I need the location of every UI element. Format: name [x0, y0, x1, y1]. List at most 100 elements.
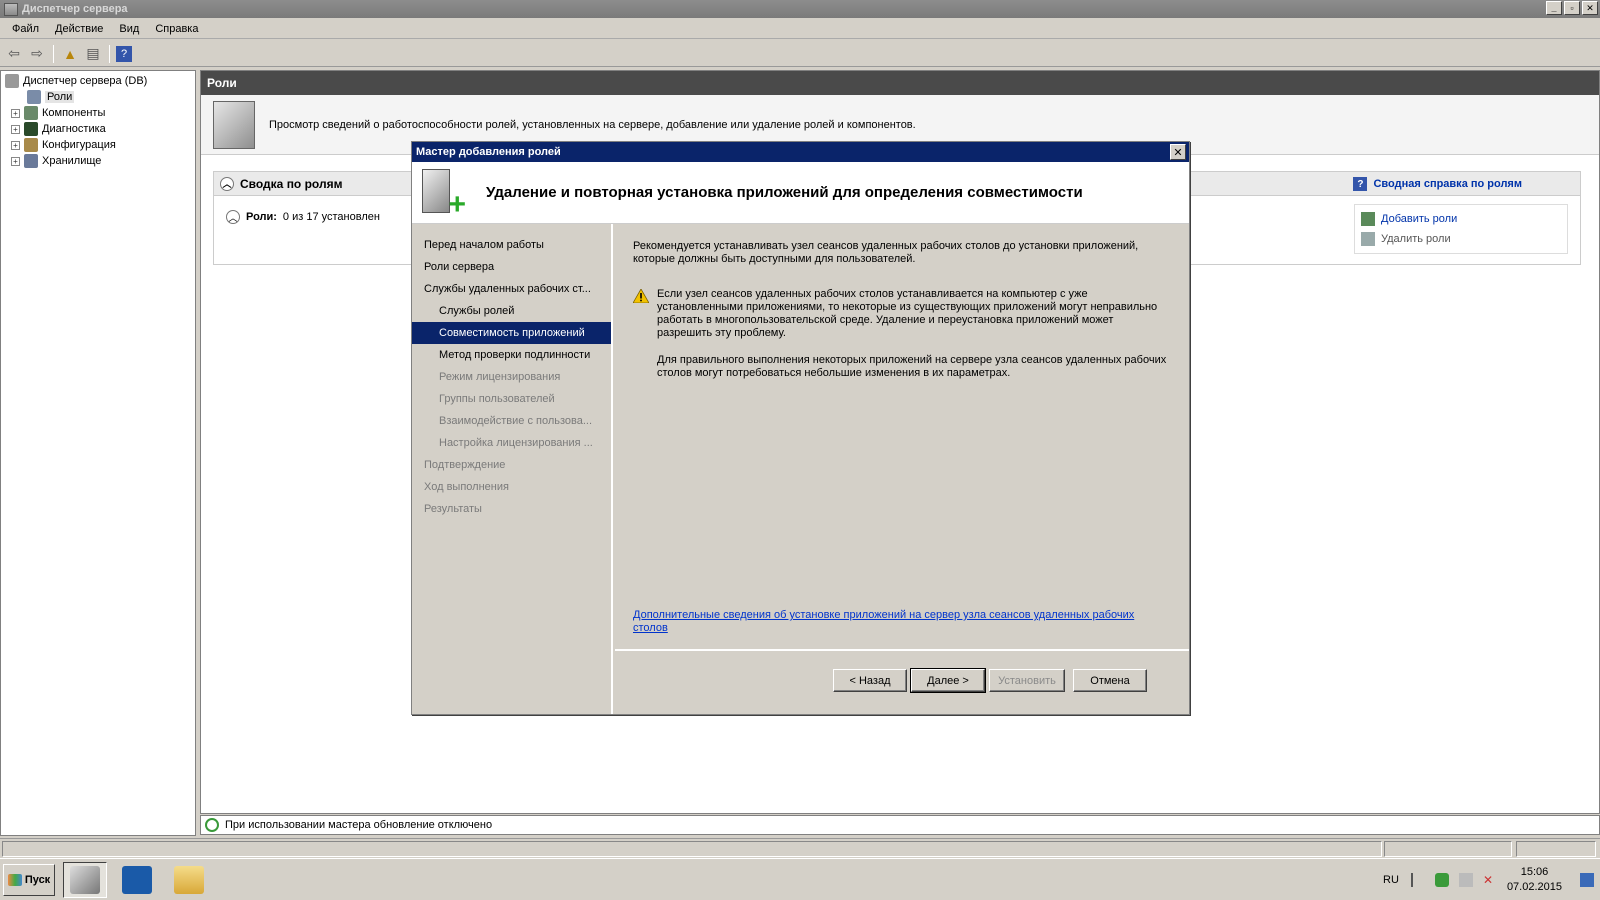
- refresh-icon: [205, 818, 219, 832]
- back-arrow-icon[interactable]: ⇦: [4, 44, 24, 64]
- toolbar: ⇦ ⇨ ▲ ▤ ?: [0, 41, 1600, 67]
- remove-roles-label: Удалить роли: [1381, 233, 1451, 245]
- wizard-step: Результаты: [424, 503, 482, 515]
- add-roles-label: Добавить роли: [1381, 213, 1458, 225]
- more-info-link[interactable]: Дополнительные сведения об установке при…: [633, 609, 1153, 635]
- wizard-step[interactable]: Перед началом работы: [412, 234, 611, 256]
- server-add-icon: +: [422, 168, 466, 219]
- expand-icon[interactable]: +: [11, 124, 20, 134]
- components-icon: [24, 106, 38, 120]
- help-icon: ?: [1353, 177, 1368, 191]
- tree-item-configuration[interactable]: + Конфигурация: [1, 137, 195, 153]
- folder-icon: [174, 865, 204, 894]
- toolbar-separator: [109, 44, 110, 63]
- wizard-header: + Удаление и повторная установка приложе…: [412, 162, 1189, 224]
- up-folder-icon[interactable]: ▲: [60, 44, 80, 64]
- wizard-title-bar: Мастер добавления ролей ✕: [412, 142, 1189, 162]
- window-title: Диспетчер сервера: [22, 3, 128, 15]
- expand-icon[interactable]: +: [11, 140, 20, 150]
- show-hide-tree-icon[interactable]: ▤: [83, 44, 103, 64]
- wizard-heading: Удаление и повторная установка приложени…: [486, 184, 1083, 201]
- taskbar-explorer[interactable]: [167, 862, 211, 898]
- toolbar-separator: [53, 44, 54, 63]
- tree-item-label: Компоненты: [42, 107, 106, 119]
- wizard-step: Ход выполнения: [424, 481, 509, 493]
- wizard-step: Подтверждение: [424, 459, 506, 471]
- menu-view[interactable]: Вид: [111, 23, 147, 35]
- add-roles-wizard: Мастер добавления ролей ✕ + Удаление и п…: [411, 141, 1190, 715]
- window-controls: _ ▫ ✕: [1546, 1, 1598, 15]
- menu-action[interactable]: Действие: [47, 23, 111, 35]
- forward-arrow-icon[interactable]: ⇨: [27, 44, 47, 64]
- collapse-chevron-icon[interactable]: ︿: [220, 176, 234, 191]
- tree-item-label: Роли: [45, 91, 75, 103]
- taskbar-server-manager[interactable]: [63, 861, 107, 898]
- back-button[interactable]: < Назад: [833, 669, 907, 692]
- pane-header: Роли: [201, 71, 1599, 95]
- note-text: Для правильного выполнения некоторых при…: [657, 354, 1167, 379]
- add-roles-link[interactable]: Добавить роли: [1361, 209, 1561, 229]
- help-icon[interactable]: ?: [116, 45, 132, 62]
- expand-icon[interactable]: +: [11, 156, 20, 166]
- show-desktop-icon[interactable]: [1580, 873, 1594, 887]
- cancel-button[interactable]: Отмена: [1073, 669, 1147, 692]
- menu-help[interactable]: Справка: [147, 23, 206, 35]
- refresh-status: При использовании мастера обновление отк…: [200, 815, 1600, 835]
- wizard-step: Режим лицензирования: [439, 371, 561, 383]
- close-button[interactable]: ✕: [1582, 1, 1598, 15]
- maximize-button[interactable]: ▫: [1564, 1, 1580, 15]
- clock-time: 15:06: [1520, 866, 1549, 878]
- wizard-title: Мастер добавления ролей: [416, 146, 561, 158]
- status-segment: [1384, 841, 1512, 857]
- roles-count: 0 из 17 установлен: [282, 211, 380, 223]
- diagnostics-icon: [24, 122, 38, 136]
- add-roles-icon: [1361, 212, 1375, 226]
- clock[interactable]: 15:06 07.02.2015: [1507, 865, 1562, 895]
- tree-item-label: Конфигурация: [42, 139, 116, 151]
- wizard-step[interactable]: Службы ролей: [412, 300, 611, 322]
- next-button[interactable]: Далее >: [910, 668, 986, 693]
- volume-muted-icon[interactable]: ✕: [1483, 873, 1497, 887]
- tree-item-components[interactable]: + Компоненты: [1, 105, 195, 121]
- remove-roles-icon: [1361, 232, 1375, 246]
- taskbar: Пуск RU ✕ 15:06 07.02.2015: [0, 858, 1600, 900]
- roles-icon: [27, 90, 41, 104]
- menu-bar: Файл Действие Вид Справка: [0, 19, 1600, 39]
- recommendation-text: Рекомендуется устанавливать узел сеансов…: [633, 240, 1139, 265]
- warning-icon: [633, 289, 649, 303]
- wizard-step: Группы пользователей: [439, 393, 555, 405]
- refresh-status-text: При использовании мастера обновление отк…: [225, 819, 493, 831]
- summary-title: Сводка по ролям: [240, 176, 343, 191]
- collapse-chevron-icon[interactable]: ︿: [226, 210, 240, 224]
- roles-count-line: ︿ Роли: 0 из 17 установлен: [226, 210, 380, 224]
- tree-item-roles[interactable]: Роли: [1, 89, 195, 105]
- server-manager-icon: [70, 865, 100, 894]
- wizard-step[interactable]: Роли сервера: [412, 256, 611, 278]
- summary-help-link[interactable]: ? Сводная справка по ролям: [1353, 177, 1522, 191]
- network-icon[interactable]: [1458, 873, 1473, 887]
- wizard-step: Взаимодействие с пользова...: [439, 415, 593, 427]
- wizard-step[interactable]: Совместимость приложений: [412, 322, 611, 344]
- system-tray: RU ✕ 15:06 07.02.2015: [1383, 859, 1600, 900]
- tree-root[interactable]: Диспетчер сервера (DB): [1, 73, 195, 89]
- menu-file[interactable]: Файл: [4, 23, 47, 35]
- wizard-buttons: < Назад Далее > Установить Отмена: [615, 659, 1189, 713]
- clock-date: 07.02.2015: [1506, 881, 1562, 893]
- update-icon[interactable]: [1434, 873, 1449, 887]
- wizard-step[interactable]: Службы удаленных рабочих ст...: [412, 278, 611, 300]
- tree-item-storage[interactable]: + Хранилище: [1, 153, 195, 169]
- expand-icon[interactable]: +: [11, 108, 20, 118]
- wizard-step[interactable]: Метод проверки подлинности: [412, 344, 611, 366]
- minimize-button[interactable]: _: [1546, 1, 1562, 15]
- start-button[interactable]: Пуск: [3, 863, 55, 896]
- tree-item-diagnostics[interactable]: + Диагностика: [1, 121, 195, 137]
- remove-roles-link: Удалить роли: [1361, 229, 1561, 249]
- taskbar-powershell[interactable]: [115, 862, 159, 898]
- status-segment: [2, 841, 1382, 857]
- flag-icon[interactable]: [1410, 873, 1425, 887]
- roles-server-icon: [213, 100, 255, 149]
- start-label: Пуск: [24, 873, 51, 886]
- close-icon[interactable]: ✕: [1170, 144, 1186, 160]
- intro-text: Просмотр сведений о работоспособности ро…: [269, 118, 916, 131]
- language-indicator[interactable]: RU: [1383, 874, 1399, 886]
